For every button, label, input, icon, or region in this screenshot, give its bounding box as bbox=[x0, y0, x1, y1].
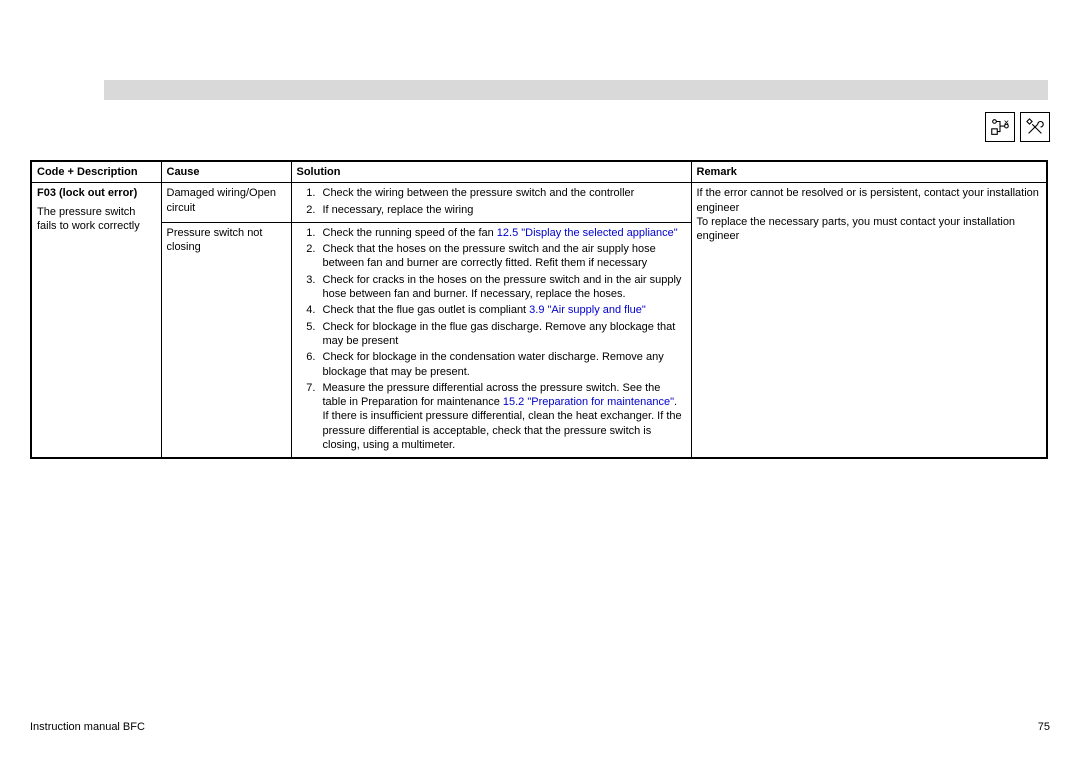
header-cause: Cause bbox=[161, 161, 291, 183]
solution-item: Check the running speed of the fan 12.5 … bbox=[319, 226, 686, 240]
solution-item: Check that the hoses on the pressure swi… bbox=[319, 242, 686, 271]
cell-solution-2: Check the running speed of the fan 12.5 … bbox=[291, 222, 691, 458]
code-description: The pressure switch fails to work correc… bbox=[37, 205, 156, 234]
xref-link[interactable]: 3.9 "Air supply and flue" bbox=[529, 304, 646, 316]
solution-item: Check for blockage in the condensation w… bbox=[319, 350, 686, 379]
footer-title: Instruction manual BFC bbox=[30, 721, 145, 733]
header-remark: Remark bbox=[691, 161, 1047, 183]
header-code: Code + Description bbox=[31, 161, 161, 183]
cell-code: F03 (lock out error) The pressure switch… bbox=[31, 183, 161, 459]
remark-line: To replace the necessary parts, you must… bbox=[697, 215, 1042, 244]
solution-item: Measure the pressure differential across… bbox=[319, 381, 686, 452]
cell-cause-2: Pressure switch not closing bbox=[161, 222, 291, 458]
cell-remark: If the error cannot be resolved or is pe… bbox=[691, 183, 1047, 459]
solution-item: If necessary, replace the wiring bbox=[319, 203, 686, 217]
code-title: F03 (lock out error) bbox=[37, 186, 156, 200]
cell-solution-1: Check the wiring between the pressure sw… bbox=[291, 183, 691, 223]
solution-item: Check that the flue gas outlet is compli… bbox=[319, 303, 686, 317]
remark-line: If the error cannot be resolved or is pe… bbox=[697, 186, 1042, 215]
diagnostics-icon bbox=[985, 112, 1015, 142]
error-code-table: Code + Description Cause Solution Remark… bbox=[30, 160, 1048, 459]
table-row: F03 (lock out error) The pressure switch… bbox=[31, 183, 1047, 223]
xref-link[interactable]: 12.5 "Display the selected appliance" bbox=[497, 227, 678, 239]
solution-item: Check the wiring between the pressure sw… bbox=[319, 186, 686, 200]
solution-item: Check for blockage in the flue gas disch… bbox=[319, 320, 686, 349]
solution-item: Check for cracks in the hoses on the pre… bbox=[319, 273, 686, 302]
xref-link[interactable]: 15.2 "Preparation for maintenance" bbox=[503, 396, 674, 408]
cell-cause-1: Damaged wiring/Open circuit bbox=[161, 183, 291, 223]
tools-icon bbox=[1020, 112, 1050, 142]
page-footer: Instruction manual BFC 75 bbox=[30, 721, 1050, 733]
header-solution: Solution bbox=[291, 161, 691, 183]
header-gray-bar bbox=[104, 80, 1048, 100]
table-header-row: Code + Description Cause Solution Remark bbox=[31, 161, 1047, 183]
page-number: 75 bbox=[1038, 721, 1050, 733]
